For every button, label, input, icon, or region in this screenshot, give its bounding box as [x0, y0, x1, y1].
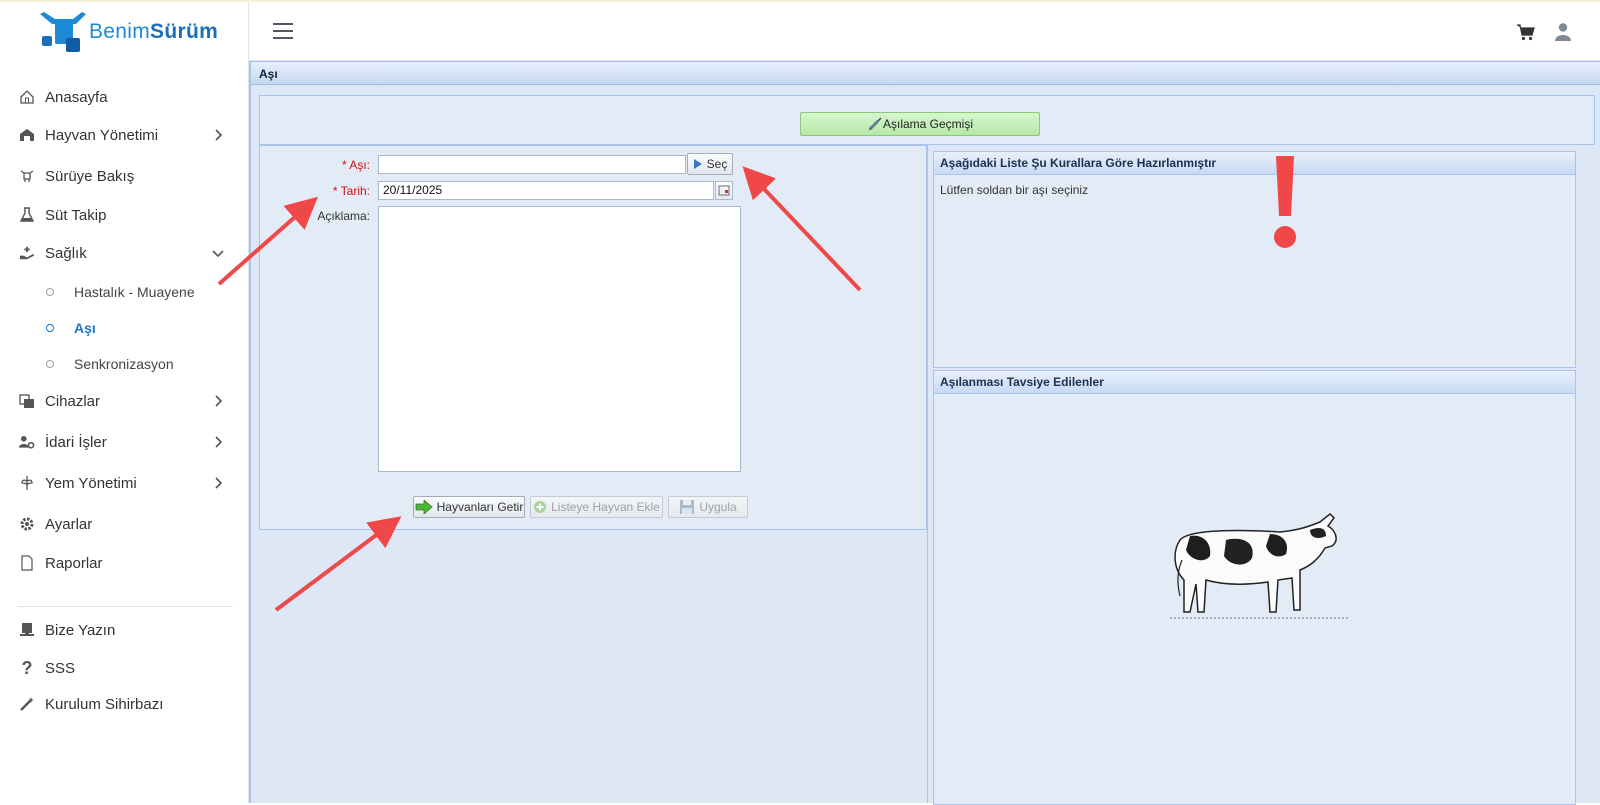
logo-text: BenimSürüm [89, 20, 219, 43]
top-header [249, 2, 1600, 61]
date-input[interactable]: 20/11/2025 [378, 181, 714, 200]
get-animals-label: Hayvanları Getir [436, 500, 524, 514]
sidebar-item-milk-tracking[interactable]: Süt Takip [0, 198, 248, 232]
document-icon [19, 555, 35, 571]
user-icon[interactable] [1554, 22, 1572, 42]
sidebar-item-contact-us[interactable]: Bize Yazın [0, 613, 248, 647]
question-icon: ? [21, 657, 33, 678]
sidebar-item-label: Süt Takip [45, 206, 107, 224]
right-area: Aşağıdaki Liste Şu Kurallara Göre Hazırl… [927, 145, 1600, 805]
sidebar-item-label: Kurulum Sihirbazı [45, 695, 164, 713]
sidebar-item-home[interactable]: Anasayfa [0, 80, 248, 114]
sidebar-item-admin[interactable]: İdari İşler [0, 425, 248, 459]
feed-icon [19, 475, 35, 491]
home-icon [19, 89, 35, 105]
sidebar-item-label: Hayvan Yönetimi [45, 126, 159, 144]
chevron-right-icon [215, 436, 223, 448]
history-toolbar: Aşılama Geçmişi [259, 95, 1595, 145]
logo-icon [40, 12, 86, 52]
sidebar-subitem-label: Senkronizasyon [74, 356, 174, 372]
sidebar-item-feed-management[interactable]: Yem Yönetimi [0, 466, 248, 500]
sidebar-subitem-vaccine[interactable]: Aşı [0, 313, 248, 343]
recommended-panel-title: Aşılanması Tavsiye Edilenler [934, 371, 1575, 394]
note-label: Açıklama: [317, 209, 370, 223]
barn-icon [19, 127, 35, 143]
sidebar-item-label: İdari İşler [45, 433, 107, 451]
add-to-list-label: Listeye Hayvan Ekle [551, 500, 660, 514]
sidebar-item-herd-overview[interactable]: Sürüye Bakış [0, 159, 248, 193]
sidebar-item-label: Sürüye Bakış [45, 167, 135, 185]
rules-panel-title: Aşağıdaki Liste Şu Kurallara Göre Hazırl… [934, 152, 1575, 175]
sidebar-item-health[interactable]: Sağlık [0, 236, 248, 270]
vaccine-label: * Aşı: [341, 158, 370, 172]
date-label: * Tarih: [332, 184, 370, 198]
sidebar-item-reports[interactable]: Raporlar [0, 546, 248, 580]
sidebar: BenimSürüm Anasayfa Hayvan Yönetimi Sürü… [0, 2, 249, 803]
menu-toggle-icon[interactable] [273, 23, 293, 39]
message-icon [19, 622, 35, 638]
sidebar-item-animal-management[interactable]: Hayvan Yönetimi [0, 118, 248, 152]
select-button-label: Seç [706, 157, 728, 171]
syringe-icon [868, 117, 882, 131]
sidebar-item-label: SSS [45, 659, 76, 677]
chevron-down-icon [212, 250, 224, 258]
herd-icon [19, 168, 35, 184]
add-circle-icon [534, 501, 547, 513]
chevron-right-icon [215, 395, 223, 407]
rules-panel-text: Lütfen soldan bir aşı seçiniz [940, 183, 1089, 197]
sidebar-item-label: Cihazlar [45, 392, 101, 410]
chevron-right-icon [215, 129, 223, 141]
sidebar-subitem-label: Aşı [74, 320, 96, 336]
sidebar-subitem-disease-exam[interactable]: Hastalık - Muayene [0, 277, 248, 307]
sidebar-item-devices[interactable]: Cihazlar [0, 384, 248, 418]
health-hand-icon [19, 245, 35, 261]
vaccine-form-panel: * Aşı: Seç * Tarih: 20/11/2025 Açıklama:… [259, 145, 927, 530]
get-animals-button[interactable]: Hayvanları Getir [413, 496, 525, 518]
add-to-list-button[interactable]: Listeye Hayvan Ekle [530, 496, 663, 518]
select-vaccine-button[interactable]: Seç [687, 153, 733, 175]
sidebar-item-faq[interactable]: ? SSS [0, 651, 248, 685]
apply-label: Uygula [699, 500, 737, 514]
wand-icon [19, 696, 35, 712]
vaccination-history-button[interactable]: Aşılama Geçmişi [800, 112, 1040, 136]
vaccine-input[interactable] [378, 155, 686, 174]
play-arrow-icon [693, 159, 702, 169]
rules-panel: Aşağıdaki Liste Şu Kurallara Göre Hazırl… [933, 151, 1576, 368]
gear-icon [19, 516, 35, 532]
sidebar-item-setup-wizard[interactable]: Kurulum Sihirbazı [0, 687, 248, 721]
history-button-label: Aşılama Geçmişi [882, 117, 974, 131]
sidebar-item-label: Anasayfa [45, 88, 108, 106]
sidebar-item-label: Ayarlar [45, 515, 93, 533]
apply-button[interactable]: Uygula [668, 496, 748, 518]
chevron-right-icon [215, 477, 223, 489]
bullet-icon [46, 360, 54, 368]
sidebar-subitem-synchronization[interactable]: Senkronizasyon [0, 349, 248, 379]
cart-icon[interactable] [1516, 22, 1536, 42]
user-cog-icon [19, 434, 35, 450]
cow-illustration [1170, 512, 1350, 619]
sidebar-item-label: Raporlar [45, 554, 103, 572]
save-icon [680, 500, 695, 514]
sidebar-item-label: Sağlık [45, 244, 87, 262]
sidebar-item-label: Yem Yönetimi [45, 474, 137, 492]
arrow-right-icon [415, 500, 433, 514]
note-textarea[interactable] [378, 206, 741, 472]
bullet-icon [46, 288, 54, 296]
devices-icon [19, 393, 35, 409]
bullet-icon [46, 324, 54, 332]
app-logo[interactable]: BenimSürüm [38, 10, 218, 56]
sidebar-item-settings[interactable]: Ayarlar [0, 507, 248, 541]
page-title: Aşı [251, 61, 1600, 85]
sidebar-item-label: Bize Yazın [45, 621, 116, 639]
flask-icon [19, 207, 35, 223]
sidebar-divider [18, 606, 233, 607]
calendar-icon[interactable] [715, 181, 733, 200]
sidebar-subitem-label: Hastalık - Muayene [74, 284, 195, 300]
exclamation-annotation-icon [1274, 156, 1296, 248]
main-content: Aşı Aşılama Geçmişi * Aşı: Seç * Tarih: … [249, 61, 1600, 805]
